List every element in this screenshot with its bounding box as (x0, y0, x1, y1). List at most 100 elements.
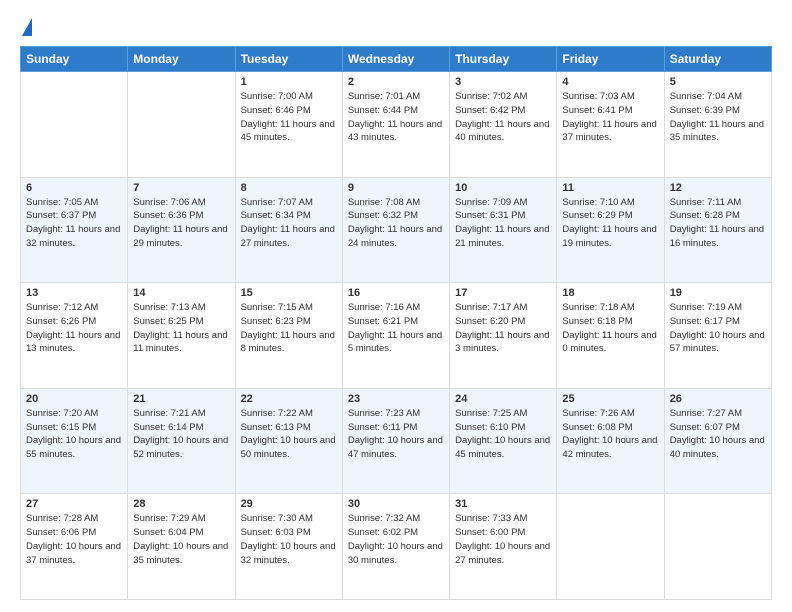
calendar-cell: 24Sunrise: 7:25 AMSunset: 6:10 PMDayligh… (450, 388, 557, 494)
day-info: Sunrise: 7:06 AMSunset: 6:36 PMDaylight:… (133, 196, 229, 251)
day-number: 30 (348, 498, 444, 510)
day-number: 19 (670, 287, 766, 299)
week-row-5: 27 Sunrise: 7:28 AMSunset: 6:06 PMDayligh… (21, 494, 772, 600)
logo (20, 18, 32, 36)
day-number: 10 (455, 182, 551, 194)
calendar-cell: 5 Sunrise: 7:04 AMSunset: 6:39 PMDaylight… (664, 72, 771, 178)
day-number: 27 (26, 498, 122, 510)
day-info: Sunrise: 7:28 AMSunset: 6:06 PMDaylight:… (26, 512, 122, 567)
calendar-cell: 31 Sunrise: 7:33 AMSunset: 6:00 PMDayligh… (450, 494, 557, 600)
calendar-cell: 14Sunrise: 7:13 AMSunset: 6:25 PMDayligh… (128, 283, 235, 389)
day-number: 9 (348, 182, 444, 194)
logo-triangle-icon (22, 18, 32, 36)
calendar-cell (557, 494, 664, 600)
week-row-4: 20 Sunrise: 7:20 AMSunset: 6:15 PMDayligh… (21, 388, 772, 494)
calendar-cell: 13Sunrise: 7:12 AMSunset: 6:26 PMDayligh… (21, 283, 128, 389)
day-info: Sunrise: 7:13 AMSunset: 6:25 PMDaylight:… (133, 301, 229, 356)
calendar-cell: 20 Sunrise: 7:20 AMSunset: 6:15 PMDayligh… (21, 388, 128, 494)
day-info: Sunrise: 7:04 AMSunset: 6:39 PMDaylight:… (670, 90, 766, 145)
day-number: 29 (241, 498, 337, 510)
weekday-header-thursday: Thursday (450, 47, 557, 72)
day-info: Sunrise: 7:33 AMSunset: 6:00 PMDaylight:… (455, 512, 551, 567)
calendar-cell: 2Sunrise: 7:01 AMSunset: 6:44 PMDaylight… (342, 72, 449, 178)
day-info: Sunrise: 7:30 AMSunset: 6:03 PMDaylight:… (241, 512, 337, 567)
calendar-cell: 25 Sunrise: 7:26 AMSunset: 6:08 PMDayligh… (557, 388, 664, 494)
day-info: Sunrise: 7:32 AMSunset: 6:02 PMDaylight:… (348, 512, 444, 567)
weekday-header-wednesday: Wednesday (342, 47, 449, 72)
day-info: Sunrise: 7:08 AMSunset: 6:32 PMDaylight:… (348, 196, 444, 251)
weekday-header-tuesday: Tuesday (235, 47, 342, 72)
day-number: 4 (562, 76, 658, 88)
calendar-cell: 21 Sunrise: 7:21 AMSunset: 6:14 PMDayligh… (128, 388, 235, 494)
day-number: 13 (26, 287, 122, 299)
page: SundayMondayTuesdayWednesdayThursdayFrid… (0, 0, 792, 612)
calendar-cell: 3 Sunrise: 7:02 AMSunset: 6:42 PMDaylight… (450, 72, 557, 178)
calendar-cell: 7 Sunrise: 7:06 AMSunset: 6:36 PMDaylight… (128, 177, 235, 283)
calendar-cell: 26Sunrise: 7:27 AMSunset: 6:07 PMDayligh… (664, 388, 771, 494)
calendar-cell: 11Sunrise: 7:10 AMSunset: 6:29 PMDayligh… (557, 177, 664, 283)
day-number: 18 (562, 287, 658, 299)
weekday-header-friday: Friday (557, 47, 664, 72)
calendar-cell: 29 Sunrise: 7:30 AMSunset: 6:03 PMDayligh… (235, 494, 342, 600)
day-number: 25 (562, 393, 658, 405)
day-info: Sunrise: 7:00 AMSunset: 6:46 PMDaylight:… (241, 90, 337, 145)
day-number: 12 (670, 182, 766, 194)
day-info: Sunrise: 7:10 AMSunset: 6:29 PMDaylight:… (562, 196, 658, 251)
day-info: Sunrise: 7:26 AMSunset: 6:08 PMDaylight:… (562, 407, 658, 462)
day-info: Sunrise: 7:21 AMSunset: 6:14 PMDaylight:… (133, 407, 229, 462)
header (20, 18, 772, 36)
day-number: 20 (26, 393, 122, 405)
calendar-cell: 9 Sunrise: 7:08 AMSunset: 6:32 PMDaylight… (342, 177, 449, 283)
calendar-cell: 8Sunrise: 7:07 AMSunset: 6:34 PMDaylight… (235, 177, 342, 283)
day-info: Sunrise: 7:25 AMSunset: 6:10 PMDaylight:… (455, 407, 551, 462)
day-info: Sunrise: 7:09 AMSunset: 6:31 PMDaylight:… (455, 196, 551, 251)
day-number: 31 (455, 498, 551, 510)
day-info: Sunrise: 7:02 AMSunset: 6:42 PMDaylight:… (455, 90, 551, 145)
week-row-2: 6 Sunrise: 7:05 AMSunset: 6:37 PMDaylight… (21, 177, 772, 283)
day-number: 3 (455, 76, 551, 88)
day-info: Sunrise: 7:15 AMSunset: 6:23 PMDaylight:… (241, 301, 337, 356)
day-info: Sunrise: 7:20 AMSunset: 6:15 PMDaylight:… (26, 407, 122, 462)
calendar-cell: 16 Sunrise: 7:16 AMSunset: 6:21 PMDayligh… (342, 283, 449, 389)
day-number: 28 (133, 498, 229, 510)
week-row-1: 1 Sunrise: 7:00 AMSunset: 6:46 PMDaylight… (21, 72, 772, 178)
day-info: Sunrise: 7:11 AMSunset: 6:28 PMDaylight:… (670, 196, 766, 251)
day-number: 16 (348, 287, 444, 299)
day-number: 22 (241, 393, 337, 405)
calendar-cell (21, 72, 128, 178)
calendar-cell (128, 72, 235, 178)
weekday-header-monday: Monday (128, 47, 235, 72)
calendar-cell: 1 Sunrise: 7:00 AMSunset: 6:46 PMDaylight… (235, 72, 342, 178)
calendar-cell: 18Sunrise: 7:18 AMSunset: 6:18 PMDayligh… (557, 283, 664, 389)
calendar-cell: 15 Sunrise: 7:15 AMSunset: 6:23 PMDayligh… (235, 283, 342, 389)
day-number: 7 (133, 182, 229, 194)
day-info: Sunrise: 7:22 AMSunset: 6:13 PMDaylight:… (241, 407, 337, 462)
day-info: Sunrise: 7:19 AMSunset: 6:17 PMDaylight:… (670, 301, 766, 356)
day-number: 5 (670, 76, 766, 88)
calendar-table: SundayMondayTuesdayWednesdayThursdayFrid… (20, 46, 772, 600)
calendar-cell (664, 494, 771, 600)
day-info: Sunrise: 7:23 AMSunset: 6:11 PMDaylight:… (348, 407, 444, 462)
week-row-3: 13Sunrise: 7:12 AMSunset: 6:26 PMDayligh… (21, 283, 772, 389)
day-number: 1 (241, 76, 337, 88)
calendar-cell: 17 Sunrise: 7:17 AMSunset: 6:20 PMDayligh… (450, 283, 557, 389)
calendar-cell: 19 Sunrise: 7:19 AMSunset: 6:17 PMDayligh… (664, 283, 771, 389)
day-info: Sunrise: 7:07 AMSunset: 6:34 PMDaylight:… (241, 196, 337, 251)
day-number: 6 (26, 182, 122, 194)
calendar-cell: 12 Sunrise: 7:11 AMSunset: 6:28 PMDayligh… (664, 177, 771, 283)
calendar-cell: 22 Sunrise: 7:22 AMSunset: 6:13 PMDayligh… (235, 388, 342, 494)
day-info: Sunrise: 7:05 AMSunset: 6:37 PMDaylight:… (26, 196, 122, 251)
day-number: 21 (133, 393, 229, 405)
day-number: 23 (348, 393, 444, 405)
weekday-header-saturday: Saturday (664, 47, 771, 72)
calendar-cell: 27 Sunrise: 7:28 AMSunset: 6:06 PMDayligh… (21, 494, 128, 600)
day-info: Sunrise: 7:16 AMSunset: 6:21 PMDaylight:… (348, 301, 444, 356)
day-info: Sunrise: 7:17 AMSunset: 6:20 PMDaylight:… (455, 301, 551, 356)
day-info: Sunrise: 7:27 AMSunset: 6:07 PMDaylight:… (670, 407, 766, 462)
weekday-header-row: SundayMondayTuesdayWednesdayThursdayFrid… (21, 47, 772, 72)
calendar-cell: 23 Sunrise: 7:23 AMSunset: 6:11 PMDayligh… (342, 388, 449, 494)
day-number: 17 (455, 287, 551, 299)
calendar-cell: 30 Sunrise: 7:32 AMSunset: 6:02 PMDayligh… (342, 494, 449, 600)
day-info: Sunrise: 7:01 AMSunset: 6:44 PMDaylight:… (348, 90, 444, 145)
day-number: 15 (241, 287, 337, 299)
